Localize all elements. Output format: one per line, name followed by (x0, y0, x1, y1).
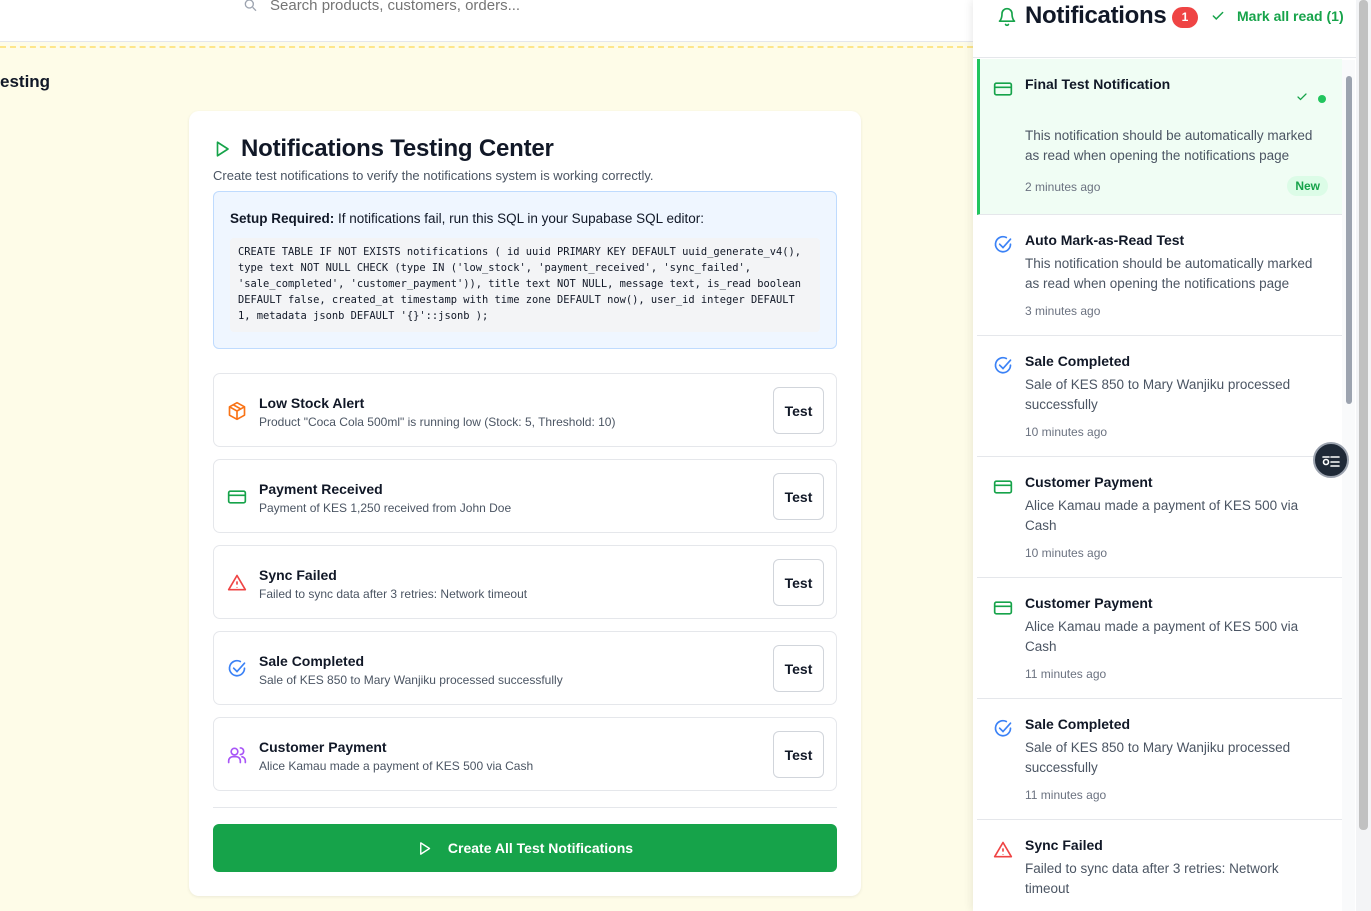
mark-all-read-label: Mark all read (1) (1237, 8, 1344, 24)
notification-message: Sale of KES 850 to Mary Wanjiku processe… (1025, 377, 1291, 412)
play-icon (216, 141, 229, 157)
check-icon (1212, 11, 1224, 20)
notifications-panel: Notifications 1 Mark all read (1) Final … (973, 0, 1371, 911)
check-circle-icon (993, 235, 1013, 255)
notification-time: 10 minutes ago (1025, 425, 1108, 439)
create-all-label: Create All Test Notifications (447, 840, 634, 856)
notification-title: Final Test Notification (1025, 76, 1171, 92)
dashed-divider (0, 46, 973, 48)
test-item-title: Payment Received (259, 481, 383, 497)
play-icon (419, 841, 431, 855)
users-icon (227, 745, 247, 765)
notification-message: Alice Kamau made a payment of KES 500 vi… (1025, 619, 1299, 654)
unread-count-badge: 1 (1172, 7, 1198, 28)
test-item-description: Alice Kamau made a payment of KES 500 vi… (259, 759, 534, 773)
test-button[interactable]: Test (773, 387, 824, 434)
setup-notice: Setup Required: If notifications fail, r… (213, 191, 837, 349)
card-divider (213, 807, 837, 808)
notification-time: 2 minutes ago (1025, 180, 1101, 194)
test-item-title: Sync Failed (259, 567, 337, 583)
test-item-description: Failed to sync data after 3 retries: Net… (259, 587, 528, 601)
test-item-title: Customer Payment (259, 739, 387, 755)
panel-header: Notifications 1 Mark all read (1) (973, 0, 1357, 58)
notification-item[interactable]: Sale Completed Sale of KES 850 to Mary W… (977, 336, 1342, 457)
notification-message: Sale of KES 850 to Mary Wanjiku processe… (1025, 740, 1291, 775)
test-button[interactable]: Test (773, 559, 824, 606)
credit-card-icon (993, 477, 1013, 497)
test-item-description: Product "Coca Cola 500ml" is running low… (259, 415, 616, 429)
notification-list: Final Test Notification This notificatio… (977, 59, 1342, 911)
notification-time: 11 minutes ago (1025, 788, 1107, 802)
test-item: Sync Failed Failed to sync data after 3 … (213, 545, 837, 619)
test-item-title: Low Stock Alert (259, 395, 365, 411)
notification-item[interactable]: Sync Failed Failed to sync data after 3 … (977, 820, 1342, 911)
check-circle-icon (993, 719, 1013, 739)
search-icon (244, 0, 257, 12)
list-toggle-icon (1322, 456, 1340, 467)
credit-card-icon (227, 487, 247, 507)
setup-instruction: If notifications fail, run this SQL in y… (334, 211, 704, 226)
test-item-description: Payment of KES 1,250 received from John … (259, 501, 512, 515)
card-description: Create test notifications to verify the … (213, 168, 654, 183)
test-button[interactable]: Test (773, 645, 824, 692)
notification-title: Sale Completed (1025, 353, 1131, 369)
notification-message: This notification should be automaticall… (1025, 256, 1313, 291)
notification-item[interactable]: Final Test Notification This notificatio… (977, 59, 1342, 215)
package-icon (227, 401, 247, 421)
bell-icon (998, 7, 1016, 27)
panel-scrollbar-thumb[interactable] (1346, 76, 1352, 404)
test-item: Low Stock Alert Product "Coca Cola 500ml… (213, 373, 837, 447)
alert-triangle-icon (993, 840, 1013, 860)
check-circle-icon (993, 356, 1013, 376)
sql-code-block: CREATE TABLE IF NOT EXISTS notifications… (230, 238, 820, 332)
test-item: Sale Completed Sale of KES 850 to Mary W… (213, 631, 837, 705)
notification-message: Failed to sync data after 3 retries: Net… (1025, 861, 1279, 896)
mark-all-read-button[interactable]: Mark all read (1) (1211, 8, 1344, 24)
test-item: Payment Received Payment of KES 1,250 re… (213, 459, 837, 533)
floating-action-button[interactable] (1313, 442, 1349, 478)
notification-item[interactable]: Customer Payment Alice Kamau made a paym… (977, 578, 1342, 699)
notification-title: Customer Payment (1025, 474, 1153, 490)
page-heading: esting (0, 72, 51, 91)
test-item-title: Sale Completed (259, 653, 365, 669)
setup-text: Setup Required: If notifications fail, r… (230, 211, 704, 226)
notification-title: Auto Mark-as-Read Test (1025, 232, 1185, 248)
top-bar (0, 0, 973, 42)
new-badge: New (1287, 176, 1328, 196)
test-item: Customer Payment Alice Kamau made a paym… (213, 717, 837, 791)
notification-message: This notification should be automaticall… (1025, 128, 1313, 163)
testing-center-card: Notifications Testing Center Create test… (189, 111, 861, 896)
test-button[interactable]: Test (773, 731, 824, 778)
create-all-button[interactable]: Create All Test Notifications (213, 824, 837, 872)
page-scrollbar-thumb[interactable] (1359, 0, 1368, 830)
notification-time: 10 minutes ago (1025, 546, 1108, 560)
card-title: Notifications Testing Center (241, 135, 554, 162)
notification-time: 3 minutes ago (1025, 304, 1101, 318)
setup-label: Setup Required: (230, 211, 335, 226)
notification-title: Sync Failed (1025, 837, 1103, 853)
credit-card-icon (993, 598, 1013, 618)
notification-item[interactable]: Customer Payment Alice Kamau made a paym… (977, 457, 1342, 578)
notification-item[interactable]: Auto Mark-as-Read Test This notification… (977, 215, 1342, 336)
test-item-description: Sale of KES 850 to Mary Wanjiku processe… (259, 673, 563, 687)
notification-time: 11 minutes ago (1025, 667, 1107, 681)
unread-dot (1318, 95, 1326, 103)
alert-triangle-icon (227, 573, 247, 593)
credit-card-icon (993, 79, 1013, 99)
search-input[interactable] (270, 0, 770, 14)
test-button[interactable]: Test (773, 473, 824, 520)
notification-item[interactable]: Sale Completed Sale of KES 850 to Mary W… (977, 699, 1342, 820)
check-circle-icon (227, 659, 247, 679)
notification-title: Customer Payment (1025, 595, 1153, 611)
panel-title: Notifications (1025, 2, 1167, 29)
notification-title: Sale Completed (1025, 716, 1131, 732)
check-icon (1297, 93, 1307, 101)
notification-message: Alice Kamau made a payment of KES 500 vi… (1025, 498, 1299, 533)
card-title-row: Notifications Testing Center (213, 135, 554, 163)
